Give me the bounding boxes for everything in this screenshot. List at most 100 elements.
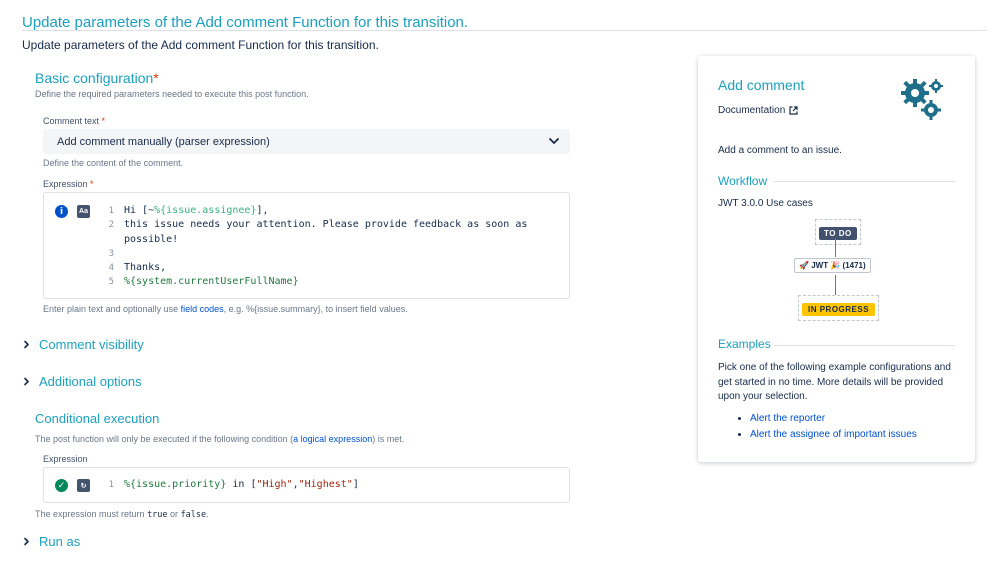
hint-text: The expression must return (35, 509, 148, 519)
code-text: possible! (124, 233, 179, 245)
documentation-link-label: Documentation (718, 105, 786, 116)
false-literal: false (180, 510, 207, 520)
string-literal: "High" (256, 479, 293, 490)
text-format-icon[interactable]: Aa (77, 205, 90, 218)
comment-text-hint: Define the content of the comment. (43, 158, 184, 168)
condition-expression-label: Expression (43, 454, 88, 464)
code-part: Hi [~ (124, 205, 155, 216)
conditional-execution-title: Conditional execution (35, 411, 160, 426)
additional-options-label: Additional options (39, 374, 142, 389)
examples-list: Alert the reporter Alert the assignee of… (750, 411, 917, 442)
status-todo-label: TO DO (819, 227, 857, 240)
basic-config-hint: Define the required parameters needed to… (35, 89, 309, 99)
panel-title: Add comment (718, 77, 805, 93)
chevron-right-icon (24, 537, 29, 546)
status-in-progress-label: IN PROGRESS (802, 303, 876, 316)
hint-text: The post function will only be executed … (35, 434, 294, 444)
required-mark: * (90, 179, 94, 189)
line-number: 1 (108, 206, 114, 216)
additional-options-toggle[interactable]: Additional options (22, 374, 142, 389)
workflow-caption: JWT 3.0.0 Use cases (718, 198, 813, 209)
code-part: ] (352, 479, 359, 490)
code-text: %{issue.priority} in ["High","Highest"] (124, 478, 359, 492)
hint-text: ) is met. (372, 434, 405, 444)
rocket-icon: 🚀 (799, 261, 809, 270)
condition-expression-editor[interactable]: ✓ ↻ 1 %{issue.priority} in ["High","High… (43, 467, 570, 503)
code-text: Thanks, (124, 262, 167, 274)
line-number (101, 233, 114, 247)
code-line: 3 (101, 247, 527, 261)
expression-code[interactable]: 1 Hi [~%{issue.assignee}], 2 this issue ne… (101, 204, 528, 290)
transition-id: (1471) (842, 261, 866, 270)
code-line: 4 Thanks, (101, 261, 527, 275)
field-code: %{system.currentUserFullName} (124, 276, 299, 288)
code-text: Hi [~%{issue.assignee}], (124, 204, 269, 218)
code-line: 2 this issue needs your attention. Please… (101, 218, 528, 232)
line-number: 2 (108, 220, 114, 231)
condition-code[interactable]: 1 %{issue.priority} in ["High","Highest"… (101, 478, 359, 492)
workflow-divider (774, 181, 955, 182)
status-todo: TO DO (815, 219, 861, 245)
editor-toolbar: i Aa (55, 205, 90, 218)
transition-label: JWT (811, 261, 829, 270)
workflow-connector (835, 238, 836, 257)
run-as-label: Run as (39, 534, 81, 549)
code-text: this issue needs your attention. Please … (124, 219, 528, 231)
required-mark: * (153, 70, 159, 86)
field-code: %{issue.priority} (124, 479, 227, 490)
expression-label-text: Expression (43, 179, 88, 189)
example-alert-reporter[interactable]: Alert the reporter (750, 411, 917, 427)
code-line: 5 %{system.currentUserFullName} (101, 275, 527, 289)
transition-box: 🚀 JWT 🎉 (1471) (794, 258, 871, 273)
workflow-title: Workflow (718, 174, 768, 188)
check-circle-icon: ✓ (55, 479, 68, 492)
line-number: 5 (108, 277, 114, 288)
chevron-down-icon (549, 138, 559, 144)
page-description: Update parameters of the Add comment Fun… (22, 38, 379, 52)
chevron-right-icon (24, 340, 29, 349)
workflow-connector (835, 275, 836, 295)
example-alert-assignee[interactable]: Alert the assignee of important issues (750, 427, 917, 443)
true-literal: true (147, 510, 168, 520)
conditional-hint: The post function will only be executed … (35, 434, 404, 444)
run-as-toggle[interactable]: Run as (22, 534, 80, 549)
examples-description: Pick one of the following example config… (718, 362, 951, 402)
code-part: ], (256, 205, 269, 216)
parser-icon[interactable]: ↻ (77, 479, 90, 492)
field-codes-link[interactable]: field codes (181, 304, 224, 314)
examples-divider (774, 345, 955, 346)
line-number: 4 (108, 263, 114, 274)
comment-text-select[interactable]: Add comment manually (parser expression) (43, 129, 570, 154)
code-part: in [ (226, 479, 257, 490)
page-title: Update parameters of the Add comment Fun… (22, 14, 469, 31)
hint-text: or (167, 509, 181, 519)
hint-text: , e.g. %{issue.summary}, to insert field… (223, 304, 408, 314)
comment-text-label: Comment text * (43, 116, 105, 126)
examples-title: Examples (718, 337, 771, 351)
string-literal: "Highest" (298, 479, 353, 490)
function-info-panel: Add comment Documentation Add a comment … (698, 56, 975, 462)
external-link-icon (789, 106, 798, 115)
comment-visibility-label: Comment visibility (39, 337, 144, 352)
line-number: 3 (108, 248, 114, 259)
chevron-right-icon (24, 377, 29, 386)
basic-config-title-text: Basic configuration (35, 70, 154, 86)
editor-toolbar: ✓ ↻ (55, 479, 90, 492)
comment-expression-editor[interactable]: i Aa 1 Hi [~%{issue.assignee}], 2 this iss… (43, 192, 570, 299)
status-in-progress: IN PROGRESS (798, 295, 880, 321)
comment-text-label-text: Comment text (43, 116, 100, 126)
basic-config-title: Basic configuration* (35, 70, 159, 86)
line-number: 1 (108, 480, 114, 490)
code-line: possible! (101, 233, 527, 247)
condition-result-hint: The expression must return true or false… (35, 509, 209, 520)
hint-text: Enter plain text and optionally use (43, 304, 181, 314)
logical-expression-link[interactable]: a logical expression (293, 434, 372, 444)
info-icon[interactable]: i (55, 205, 68, 218)
party-icon: 🎉 (830, 261, 841, 270)
required-mark: * (101, 116, 106, 126)
hint-text: . (206, 509, 209, 519)
code-line: 1 Hi [~%{issue.assignee}], (101, 204, 527, 218)
documentation-link[interactable]: Documentation (718, 105, 798, 116)
gears-icon (901, 79, 943, 120)
comment-visibility-toggle[interactable]: Comment visibility (22, 337, 144, 352)
